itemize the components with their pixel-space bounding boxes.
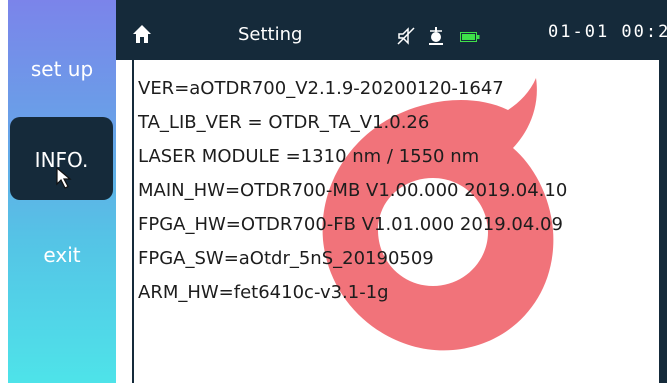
info-main-hw-line: MAIN_HW=OTDR700-MB V1.00.000 2019.04.10 bbox=[138, 180, 568, 201]
charging-icon bbox=[429, 27, 443, 45]
info-list: VER=aOTDR700_V2.1.9-20200120-1647 TA_LIB… bbox=[138, 72, 567, 310]
home-icon[interactable] bbox=[132, 24, 152, 44]
header-bar: Setting 01-01 00:24 bbox=[116, 0, 667, 60]
info-laser-module-line: LASER MODULE =1310 nm / 1550 nm bbox=[138, 146, 480, 167]
nav-setup-button[interactable]: set up bbox=[8, 57, 116, 81]
page-title: Setting bbox=[238, 24, 303, 45]
device-screen: set up exit INFO. Setting 01-01 00:24 bbox=[0, 0, 667, 383]
nav-info-button[interactable]: INFO. bbox=[10, 117, 113, 200]
info-ta-lib-line: TA_LIB_VER = OTDR_TA_V1.0.26 bbox=[138, 112, 430, 133]
info-arm-hw-line: ARM_HW=fet6410c-v3.1-1g bbox=[138, 282, 389, 303]
mute-icon bbox=[397, 27, 415, 45]
mouse-cursor-icon bbox=[56, 167, 72, 189]
info-fpga-sw-line: FPGA_SW=aOtdr_5nS_20190509 bbox=[138, 248, 434, 269]
clock-display: 01-01 00:24 bbox=[548, 22, 667, 42]
nav-exit-button[interactable]: exit bbox=[8, 243, 116, 267]
info-fpga-hw-line: FPGA_HW=OTDR700-FB V1.01.000 2019.04.09 bbox=[138, 214, 563, 235]
info-version-line: VER=aOTDR700_V2.1.9-20200120-1647 bbox=[138, 78, 504, 99]
battery-icon bbox=[460, 32, 480, 42]
